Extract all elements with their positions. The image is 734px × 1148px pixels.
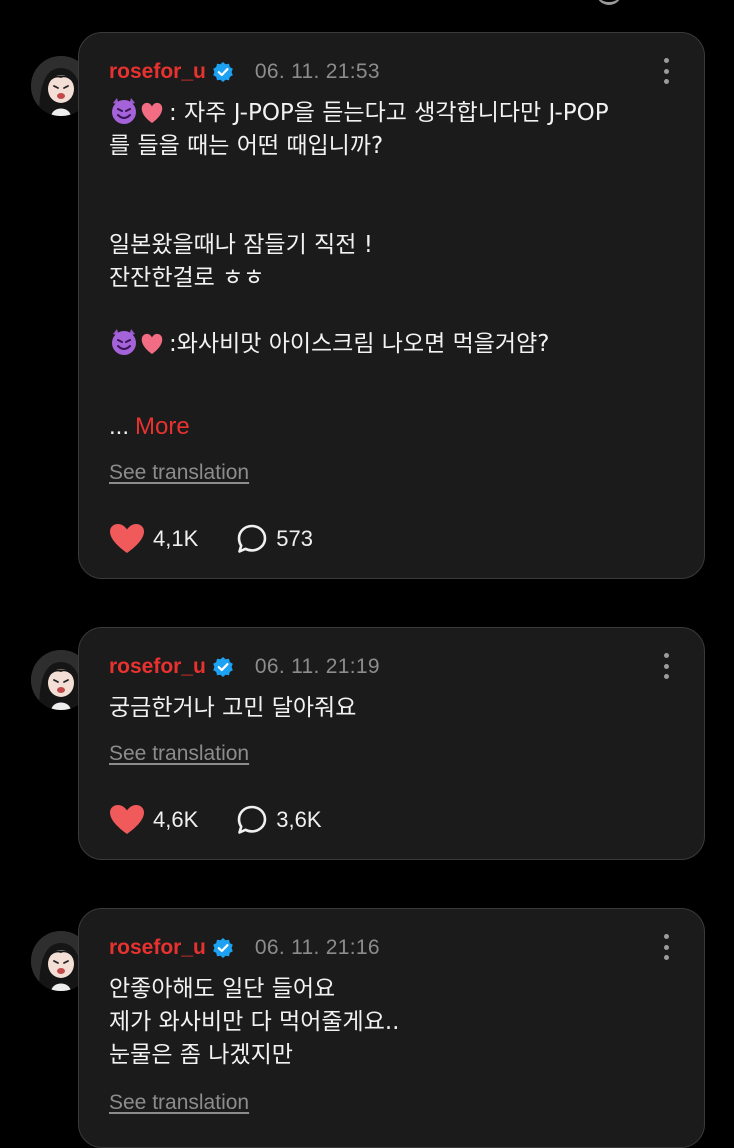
verified-check-icon	[212, 937, 234, 959]
post-timestamp: 06. 11. 21:19	[254, 655, 380, 678]
heart-icon	[109, 523, 145, 555]
post-timestamp: 06. 11. 21:53	[254, 60, 380, 83]
like-count: 4,1K	[153, 526, 199, 551]
more-options-icon[interactable]	[662, 653, 670, 679]
post-header: rosefor_u 06. 11. 21:19	[109, 654, 380, 680]
verified-check-icon	[212, 61, 234, 83]
post-text-line	[109, 163, 674, 196]
like-count: 4,6K	[153, 807, 199, 832]
post-body: 궁금한거나 고민 달아줘요	[109, 692, 674, 725]
post-header: rosefor_u 06. 11. 21:53	[109, 59, 380, 85]
post-body: 안좋아해도 일단 들어요 제가 와사비만 다 먹어줄게요.. 눈물은 좀 나겠지…	[109, 973, 674, 1072]
comment-count: 3,6K	[276, 807, 322, 832]
speech-bubble-icon	[236, 804, 268, 836]
post-actions: 4,1K 573	[109, 521, 313, 557]
post-text-line: : 자주 J-POP을 듣는다고 생각합니다만 J-POP	[109, 97, 674, 130]
more-options-icon[interactable]	[662, 58, 670, 84]
devil-heart-emoji	[109, 328, 167, 356]
comment-button[interactable]: 3,6K	[236, 804, 322, 836]
ellipsis: ...	[109, 413, 130, 440]
verified-check-icon	[212, 656, 234, 678]
post-actions: 4,6K 3,6K	[109, 802, 322, 838]
see-translation-link[interactable]: See translation	[109, 461, 249, 485]
post-text-line: :와사비맛 아이스크림 나오면 먹을거얌?	[109, 328, 674, 361]
post-text-line: 눈물은 좀 나겠지만	[109, 1042, 293, 1068]
top-icon-fragment	[596, 0, 622, 5]
see-translation-link[interactable]: See translation	[109, 742, 249, 766]
speech-bubble-icon	[236, 523, 268, 555]
devil-heart-emoji	[109, 97, 167, 125]
post-card[interactable]: rosefor_u 06. 11. 21:16 안좋아해도 일단 들어요 제가 …	[78, 908, 705, 1148]
post-card[interactable]: rosefor_u 06. 11. 21:19 궁금한거나 고민 달아줘요 Se…	[78, 627, 705, 860]
post-text-line: 를 들을 때는 어떤 때입니까?	[109, 133, 384, 159]
username[interactable]: rosefor_u	[109, 936, 206, 960]
comment-button[interactable]: 573	[236, 523, 313, 555]
comment-count: 573	[276, 526, 313, 551]
like-button[interactable]: 4,6K	[109, 804, 198, 836]
post-text-line	[109, 196, 674, 229]
heart-icon	[109, 804, 145, 836]
like-button[interactable]: 4,1K	[109, 523, 198, 555]
more-link[interactable]: More	[135, 413, 190, 440]
post-body: : 자주 J-POP을 듣는다고 생각합니다만 J-POP 를 들을 때는 어떤…	[109, 97, 674, 361]
username[interactable]: rosefor_u	[109, 655, 206, 679]
see-translation-link[interactable]: See translation	[109, 1091, 249, 1115]
post-text-line: 안좋아해도 일단 들어요	[109, 976, 336, 1002]
truncation-row: ... More	[109, 413, 190, 441]
post-text-line: 제가 와사비만 다 먹어줄게요..	[109, 1009, 400, 1035]
more-options-icon[interactable]	[662, 934, 670, 960]
post-text-line: 일본왔을때나 잠들기 직전 !	[109, 232, 373, 258]
username[interactable]: rosefor_u	[109, 60, 206, 84]
post-text-line: 궁금한거나 고민 달아줘요	[109, 695, 357, 721]
post-card[interactable]: rosefor_u 06. 11. 21:53 : 자주 J-POP을 듣는다고…	[78, 32, 705, 579]
post-header: rosefor_u 06. 11. 21:16	[109, 935, 380, 961]
post-text-line: 잔잔한걸로 ㅎㅎ	[109, 265, 265, 291]
post-text-line	[109, 295, 674, 328]
post-timestamp: 06. 11. 21:16	[254, 936, 380, 959]
